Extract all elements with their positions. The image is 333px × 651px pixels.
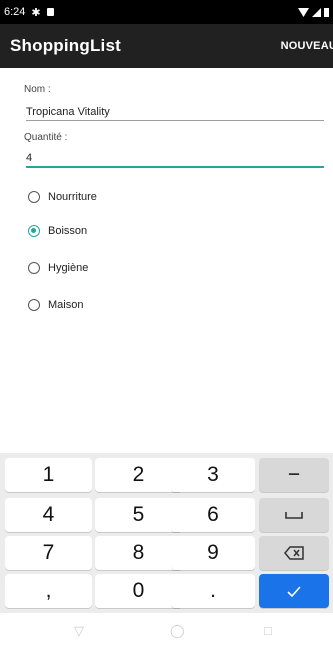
status-time: 6:24 <box>4 6 26 18</box>
backspace-icon <box>284 546 304 560</box>
key-1[interactable]: 1 <box>5 458 92 492</box>
key-0[interactable]: 0 <box>95 574 182 608</box>
key-6[interactable]: 6 <box>171 498 255 532</box>
key-enter[interactable] <box>259 574 329 608</box>
gear-icon: ✱ <box>31 6 41 19</box>
radio-button-checked[interactable] <box>28 225 40 237</box>
key-minus[interactable]: − <box>259 458 329 492</box>
category-radio-boisson[interactable]: Boisson <box>28 225 87 237</box>
radio-label: Maison <box>48 299 84 311</box>
app-bar: ShoppingList NOUVEAU <box>0 24 333 68</box>
radio-button[interactable] <box>28 191 40 203</box>
key-8[interactable]: 8 <box>95 536 182 570</box>
radio-button[interactable] <box>28 299 40 311</box>
radio-button[interactable] <box>28 262 40 274</box>
key-9[interactable]: 9 <box>171 536 255 570</box>
key-period[interactable]: . <box>171 574 255 608</box>
key-2[interactable]: 2 <box>95 458 182 492</box>
key-backspace[interactable] <box>259 536 329 570</box>
category-radio-hygiene[interactable]: Hygiène <box>28 262 88 274</box>
key-comma[interactable]: , <box>5 574 92 608</box>
status-bar: 6:24 ✱ <box>0 0 333 24</box>
wifi-icon <box>298 7 309 17</box>
sd-card-icon <box>46 8 54 16</box>
key-space[interactable] <box>259 498 329 532</box>
quantity-field[interactable]: 4 <box>26 150 324 168</box>
quantity-label: Quantité : <box>24 132 68 143</box>
key-4[interactable]: 4 <box>5 498 92 532</box>
category-radio-maison[interactable]: Maison <box>28 299 83 311</box>
radio-label: Hygiène <box>48 262 89 274</box>
navigation-bar: ▽ ◯ □ <box>0 613 333 651</box>
app-title: ShoppingList <box>10 36 121 55</box>
numeric-keyboard: 1 2 3 − 4 5 6 7 8 9 , 0 . <box>0 453 333 613</box>
name-field[interactable]: Tropicana Vitality <box>26 103 324 121</box>
category-radio-nourriture[interactable]: Nourriture <box>28 191 97 203</box>
radio-label: Boisson <box>48 225 88 237</box>
name-label: Nom : <box>24 84 51 95</box>
new-button[interactable]: NOUVEAU <box>281 40 333 52</box>
battery-icon <box>324 8 329 17</box>
signal-icon <box>312 7 321 17</box>
space-icon <box>285 512 303 519</box>
check-icon <box>287 585 301 597</box>
back-icon[interactable]: ▽ <box>74 623 84 639</box>
home-icon[interactable]: ◯ <box>170 623 185 639</box>
recents-icon[interactable]: □ <box>264 623 272 638</box>
radio-label: Nourriture <box>48 191 97 203</box>
key-7[interactable]: 7 <box>5 536 92 570</box>
key-3[interactable]: 3 <box>171 458 255 492</box>
key-5[interactable]: 5 <box>95 498 182 532</box>
